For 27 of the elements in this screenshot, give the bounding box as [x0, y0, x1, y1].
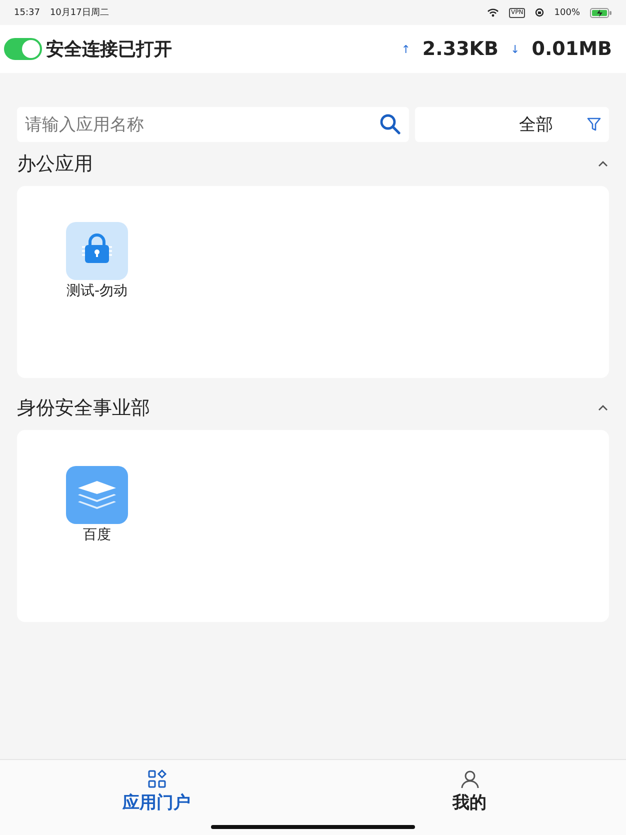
search-field[interactable]: 请输入应用名称: [17, 107, 409, 142]
battery-percent: 100%: [554, 8, 580, 18]
collapse-chevron-icon[interactable]: [597, 160, 609, 168]
app-name[interactable]: 测试-勿动: [66, 282, 128, 300]
connection-toggle[interactable]: [4, 38, 42, 60]
tab-button[interactable]: 应用门户: [0, 760, 313, 835]
upload-amount: 2.33KB: [422, 38, 498, 60]
category-filter[interactable]: 全部: [415, 107, 609, 142]
tab-button[interactable]: 我的: [313, 760, 626, 835]
date-text: 10月17日周二: [50, 7, 109, 19]
download-amount: 0.01MB: [532, 38, 612, 60]
wifi-icon: [487, 8, 500, 17]
section-title: 办公应用: [17, 152, 93, 177]
upload-arrow: ↑: [401, 42, 410, 56]
app-name[interactable]: 百度: [83, 526, 111, 544]
clock-time: 15:37: [14, 8, 40, 18]
search-icon[interactable]: [379, 113, 401, 135]
filter-icon[interactable]: [587, 117, 601, 132]
battery-charging-icon: [590, 8, 612, 18]
grid-icon[interactable]: [146, 769, 166, 789]
person-icon[interactable]: [460, 769, 480, 789]
collapse-chevron-icon[interactable]: [597, 404, 609, 412]
rotation-lock-icon: [535, 8, 544, 17]
lock-app-icon[interactable]: [66, 222, 128, 280]
section-title: 身份安全事业部: [17, 396, 150, 421]
download-arrow: ↓: [510, 42, 520, 56]
connection-status: 安全连接已打开: [46, 38, 172, 61]
